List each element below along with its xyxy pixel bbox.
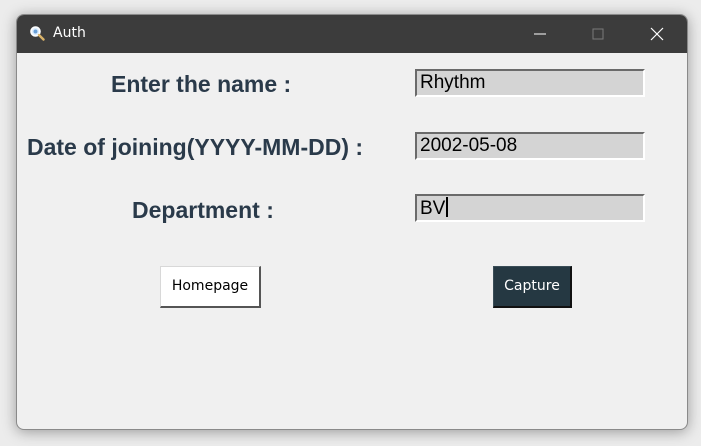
name-label: Enter the name : [111,71,292,97]
homepage-button[interactable]: Homepage [160,266,261,308]
capture-button[interactable]: Capture [493,266,572,308]
title-bar[interactable]: Auth [17,15,687,53]
minimize-button[interactable] [511,15,569,53]
department-input-value: BV [420,198,446,219]
close-button[interactable] [628,15,686,53]
magnifier-icon [29,25,45,41]
close-icon [650,27,664,41]
date-of-joining-label: Date of joining(YYYY-MM-DD) : [27,134,364,160]
name-input-value: Rhythm [420,72,486,93]
auth-window: Auth Enter the name : Rhythm Date of joi… [16,14,688,430]
maximize-button[interactable] [569,15,627,53]
window-title: Auth [53,25,86,41]
maximize-icon [592,28,604,40]
date-of-joining-input[interactable]: 2002-05-08 [415,132,645,160]
text-cursor [446,197,449,217]
minimize-icon [534,33,546,35]
department-input[interactable]: BV [415,194,645,222]
name-input[interactable]: Rhythm [415,69,645,97]
department-label: Department : [132,197,274,223]
date-of-joining-input-value: 2002-05-08 [420,135,518,156]
